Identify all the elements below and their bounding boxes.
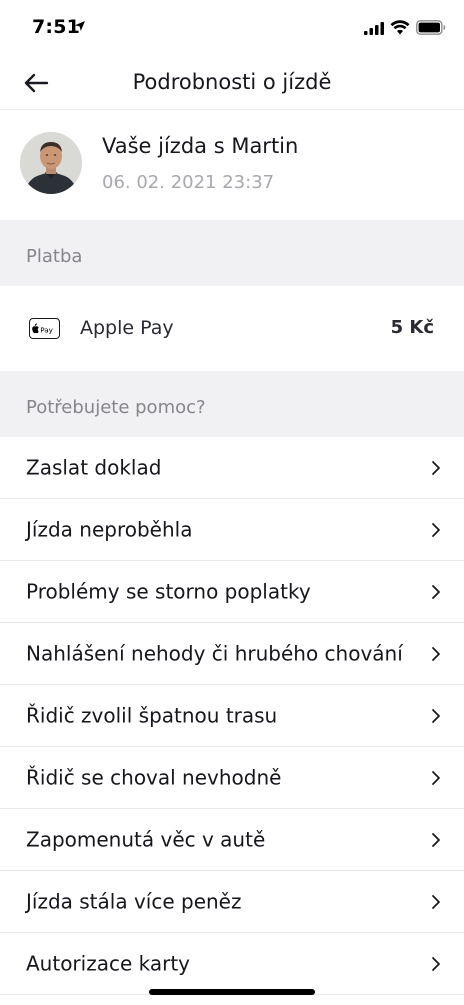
help-item-label: Autorizace karty	[26, 951, 191, 975]
payment-section-header: Platba	[0, 220, 464, 286]
cellular-signal-icon	[364, 22, 384, 35]
help-item-label: Problémy se storno poplatky	[26, 579, 311, 603]
chevron-right-icon	[432, 522, 440, 537]
chevron-right-icon	[432, 584, 440, 599]
help-item-label: Zapomenutá věc v autě	[26, 827, 266, 851]
help-item-lost-item[interactable]: Zapomenutá věc v autě	[0, 809, 464, 871]
help-item-label: Zaslat doklad	[26, 455, 162, 479]
location-arrow-icon	[75, 21, 85, 31]
wifi-icon	[390, 20, 410, 35]
ride-details-screen: 7:51 Podrobnosti o jízdě Vaše jízda s Ma…	[0, 0, 464, 1005]
help-item-label: Nahlášení nehody či hrubého chování	[26, 641, 403, 665]
payment-amount: 5 Kč	[390, 317, 434, 338]
help-item-wrong-route[interactable]: Řidič zvolil špatnou trasu	[0, 685, 464, 747]
help-item-card-authorization[interactable]: Autorizace karty	[0, 933, 464, 995]
chevron-right-icon	[432, 956, 440, 971]
svg-text:Pay: Pay	[40, 325, 53, 334]
help-item-label: Řidič se choval nevhodně	[26, 765, 282, 789]
help-item-overcharged[interactable]: Jízda stála více peněz	[0, 871, 464, 933]
chevron-right-icon	[432, 894, 440, 909]
status-time: 7:51	[32, 16, 81, 38]
driver-photo	[20, 132, 82, 194]
payment-method-label: Apple Pay	[80, 317, 174, 339]
payment-method-row: Pay Apple Pay 5 Kč	[0, 286, 464, 371]
status-bar: 7:51	[0, 0, 464, 56]
home-indicator[interactable]	[149, 989, 315, 995]
help-item-send-receipt[interactable]: Zaslat doklad	[0, 437, 464, 499]
help-item-ride-did-not-happen[interactable]: Jízda neproběhla	[0, 499, 464, 561]
help-section-header: Potřebujete pomoc?	[0, 371, 464, 437]
driver-card: Vaše jízda s Martin 06. 02. 2021 23:37	[0, 110, 464, 220]
chevron-right-icon	[432, 708, 440, 723]
driver-avatar	[20, 132, 82, 194]
battery-icon	[416, 20, 446, 35]
help-section-label: Potřebujete pomoc?	[26, 397, 206, 418]
page-title: Podrobnosti o jízdě	[132, 70, 332, 94]
help-item-label: Jízda stála více peněz	[26, 889, 242, 913]
apple-pay-icon: Pay	[29, 318, 60, 339]
help-item-report-accident[interactable]: Nahlášení nehody či hrubého chování	[0, 623, 464, 685]
chevron-right-icon	[432, 646, 440, 661]
navigation-bar: Podrobnosti o jízdě	[0, 56, 464, 110]
ride-date: 06. 02. 2021 23:37	[102, 172, 275, 193]
apple-pay-logo: Pay	[32, 322, 54, 334]
payment-section-label: Platba	[26, 246, 83, 267]
chevron-right-icon	[432, 770, 440, 785]
help-item-label: Jízda neproběhla	[26, 517, 193, 541]
ride-driver-title: Vaše jízda s Martin	[102, 134, 299, 158]
help-item-cancellation-fees[interactable]: Problémy se storno poplatky	[0, 561, 464, 623]
help-options-list: Zaslat doklad Jízda neproběhla Problémy …	[0, 437, 464, 995]
chevron-right-icon	[432, 460, 440, 475]
help-item-label: Řidič zvolil špatnou trasu	[26, 703, 278, 727]
chevron-right-icon	[432, 832, 440, 847]
help-item-driver-behavior[interactable]: Řidič se choval nevhodně	[0, 747, 464, 809]
